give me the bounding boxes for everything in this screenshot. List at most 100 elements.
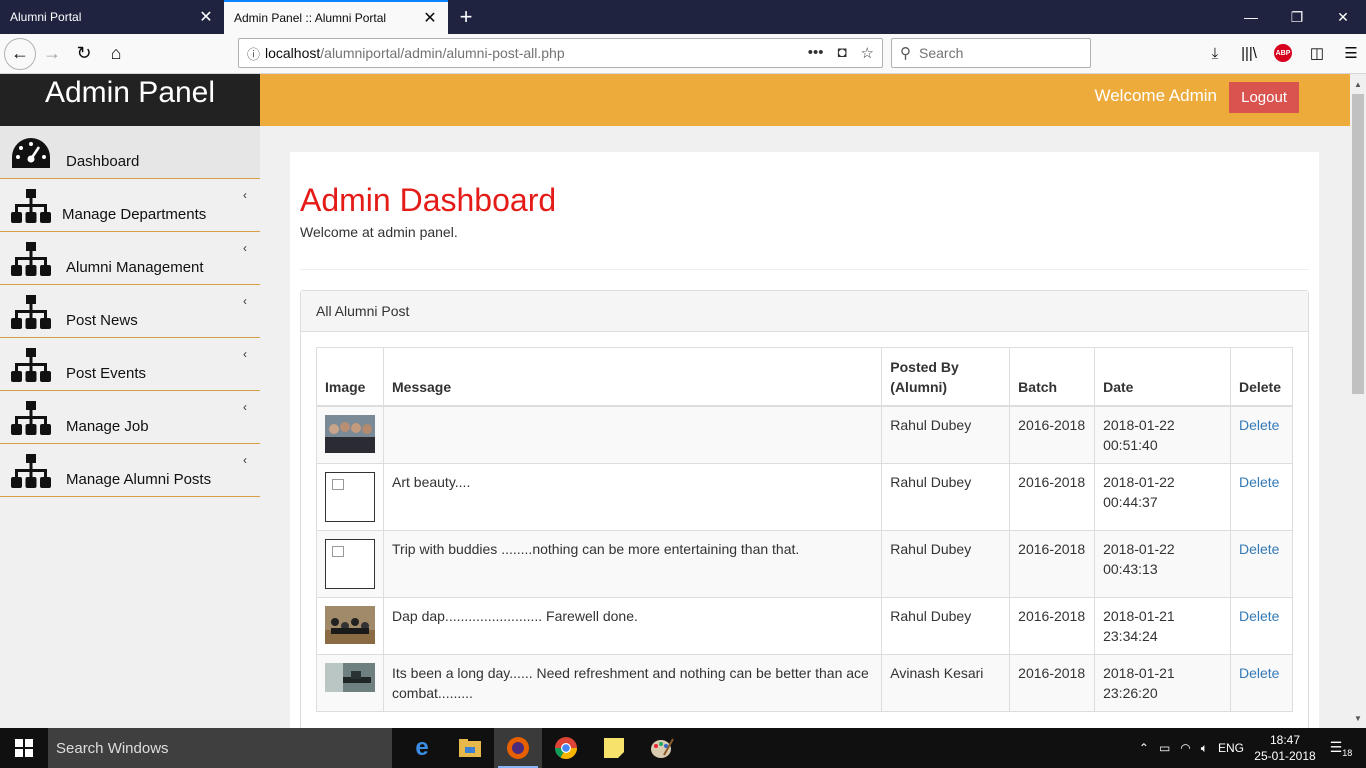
chrome-icon[interactable] (542, 728, 590, 768)
download-icon[interactable]: ⤓ (1198, 38, 1232, 68)
sitemap-icon (11, 401, 51, 435)
language-indicator[interactable]: ENG (1218, 741, 1244, 755)
minimize-icon[interactable]: — (1228, 0, 1274, 34)
file-explorer-icon[interactable] (446, 728, 494, 768)
edge-icon[interactable]: e (398, 728, 446, 768)
broken-image-icon[interactable] (325, 538, 375, 589)
pocket-icon[interactable]: ◘ (837, 44, 846, 62)
sidebar-item-label: Manage Alumni Posts (66, 471, 212, 488)
sitemap-icon (11, 242, 51, 276)
browser-tab[interactable]: Alumni Portal ✕ (0, 0, 224, 34)
restore-icon[interactable]: ❐ (1274, 0, 1320, 34)
dashboard-gauge-icon (12, 138, 50, 168)
scroll-down-icon[interactable]: ▼ (1350, 710, 1366, 726)
delete-link[interactable]: Delete (1239, 474, 1279, 490)
browser-search-input[interactable]: ⚲ Search (891, 38, 1091, 68)
delete-link[interactable]: Delete (1239, 541, 1279, 557)
brand-title[interactable]: Admin Panel (0, 74, 260, 126)
chevron-left-icon: ‹ (243, 347, 247, 361)
chevron-left-icon: ‹ (243, 400, 247, 414)
sidebar-item-label: Post Events (66, 365, 147, 382)
sidebar-item-post-news[interactable]: Post News ‹ (0, 285, 260, 338)
adblock-icon[interactable]: ABP (1274, 44, 1292, 62)
browser-tab-active[interactable]: Admin Panel :: Alumni Portal ✕ (224, 0, 448, 34)
post-photo[interactable] (325, 605, 375, 644)
delete-cell: Delete (1229, 462, 1294, 531)
sidebar-item-manage-job[interactable]: Manage Job ‹ (0, 391, 260, 444)
column-header-message: Message (382, 347, 883, 407)
sidebar-toggle-icon[interactable]: ◫ (1300, 38, 1334, 68)
post-photo[interactable] (325, 662, 375, 692)
tab-close-icon[interactable]: ✕ (422, 8, 438, 28)
reload-icon[interactable]: ↻ (68, 38, 100, 70)
sidebar-item-label: Manage Job (66, 418, 149, 435)
column-header-batch: Batch (1009, 347, 1096, 407)
date-cell: 2018-01-21 23:26:20 (1094, 653, 1231, 712)
sidebar-item-manage-alumni-posts[interactable]: Manage Alumni Posts ‹ (0, 444, 260, 497)
clock[interactable]: 18:47 25-01-2018 (1254, 732, 1316, 764)
home-icon[interactable]: ⌂ (100, 38, 132, 70)
sidebar-item-post-events[interactable]: Post Events ‹ (0, 338, 260, 391)
scrollbar-thumb[interactable] (1352, 94, 1364, 394)
windows-start-icon[interactable] (0, 728, 48, 768)
alumni-posts-table: Image Message Posted By (Alumni) Batch D… (316, 347, 1294, 712)
logout-button[interactable]: Logout (1229, 82, 1299, 113)
batch-cell: 2016-2018 (1009, 462, 1096, 531)
sidebar-item-label: Dashboard (66, 153, 140, 170)
message-cell: Its been a long day...... Need refreshme… (382, 653, 883, 712)
battery-icon[interactable]: ▭ (1159, 741, 1170, 755)
sidebar-item-label: Post News (66, 312, 138, 329)
volume-icon[interactable]: 🔈︎ (1201, 741, 1208, 756)
chevron-left-icon: ‹ (243, 294, 247, 308)
sidebar-item-dashboard[interactable]: Dashboard (0, 126, 260, 179)
image-cell (316, 462, 384, 531)
windows-search-input[interactable]: Search Windows (48, 728, 392, 768)
message-cell: Art beauty.... (382, 462, 883, 531)
sidebar: Dashboard Manage Departments ‹ Alumni Ma… (0, 126, 260, 728)
wifi-icon[interactable]: ◠ (1180, 741, 1190, 755)
table-row: Dap dap......................... Farewel… (316, 596, 1294, 655)
delete-link[interactable]: Delete (1239, 665, 1279, 681)
chevron-left-icon: ‹ (243, 241, 247, 255)
library-icon[interactable]: |||\ (1232, 38, 1266, 68)
message-cell: Trip with buddies ........nothing can be… (382, 529, 883, 598)
page-viewport: Admin Panel Welcome Admin Logout Dashboa… (0, 74, 1350, 728)
sticky-notes-icon[interactable] (590, 728, 638, 768)
delete-link[interactable]: Delete (1239, 608, 1279, 624)
date-time: 23:34:24 (1103, 627, 1158, 644)
notification-count: 18 (1342, 747, 1353, 758)
window-controls: — ❐ ✕ (1228, 0, 1366, 34)
new-tab-icon[interactable]: + (448, 0, 484, 34)
main-content: Admin Dashboard Welcome at admin panel. … (290, 152, 1319, 728)
page-scrollbar[interactable]: ▲ ▼ (1350, 74, 1366, 728)
broken-image-icon[interactable] (325, 471, 375, 522)
page-actions-icon[interactable]: ••• (808, 44, 824, 62)
search-icon: ⚲ (900, 45, 911, 62)
delete-link[interactable]: Delete (1239, 417, 1279, 433)
close-window-icon[interactable]: ✕ (1320, 0, 1366, 34)
forward-arrow-icon[interactable]: → (36, 38, 68, 70)
back-arrow-icon[interactable]: ← (4, 37, 36, 70)
image-cell (316, 405, 384, 464)
post-photo[interactable] (325, 414, 375, 453)
sidebar-item-manage-departments[interactable]: Manage Departments ‹ (0, 179, 260, 232)
page-subtitle: Welcome at admin panel. (300, 224, 458, 240)
chevron-up-icon[interactable]: ⌃ (1139, 741, 1149, 755)
sitemap-icon (11, 295, 51, 329)
tab-close-icon[interactable]: ✕ (198, 7, 214, 27)
bookmark-star-icon[interactable]: ☆ (861, 44, 874, 62)
notifications-icon[interactable]: ☰18 (1326, 739, 1356, 758)
sidebar-item-alumni-management[interactable]: Alumni Management ‹ (0, 232, 260, 285)
date-cell: 2018-01-21 23:34:24 (1094, 596, 1231, 655)
url-bar[interactable]: ⓘ localhost/alumniportal/admin/alumni-po… (238, 38, 883, 68)
clock-date: 25-01-2018 (1254, 749, 1316, 763)
column-header-date: Date (1094, 347, 1231, 407)
menu-icon[interactable]: ☰ (1334, 38, 1366, 68)
posted-by-cell: Rahul Dubey (881, 596, 1011, 655)
paint-icon[interactable] (638, 728, 686, 768)
firefox-icon[interactable] (494, 728, 542, 768)
batch-cell: 2016-2018 (1009, 596, 1096, 655)
posted-by-cell: Rahul Dubey (881, 529, 1011, 598)
scroll-up-icon[interactable]: ▲ (1350, 76, 1366, 92)
info-icon[interactable]: ⓘ (247, 44, 265, 63)
